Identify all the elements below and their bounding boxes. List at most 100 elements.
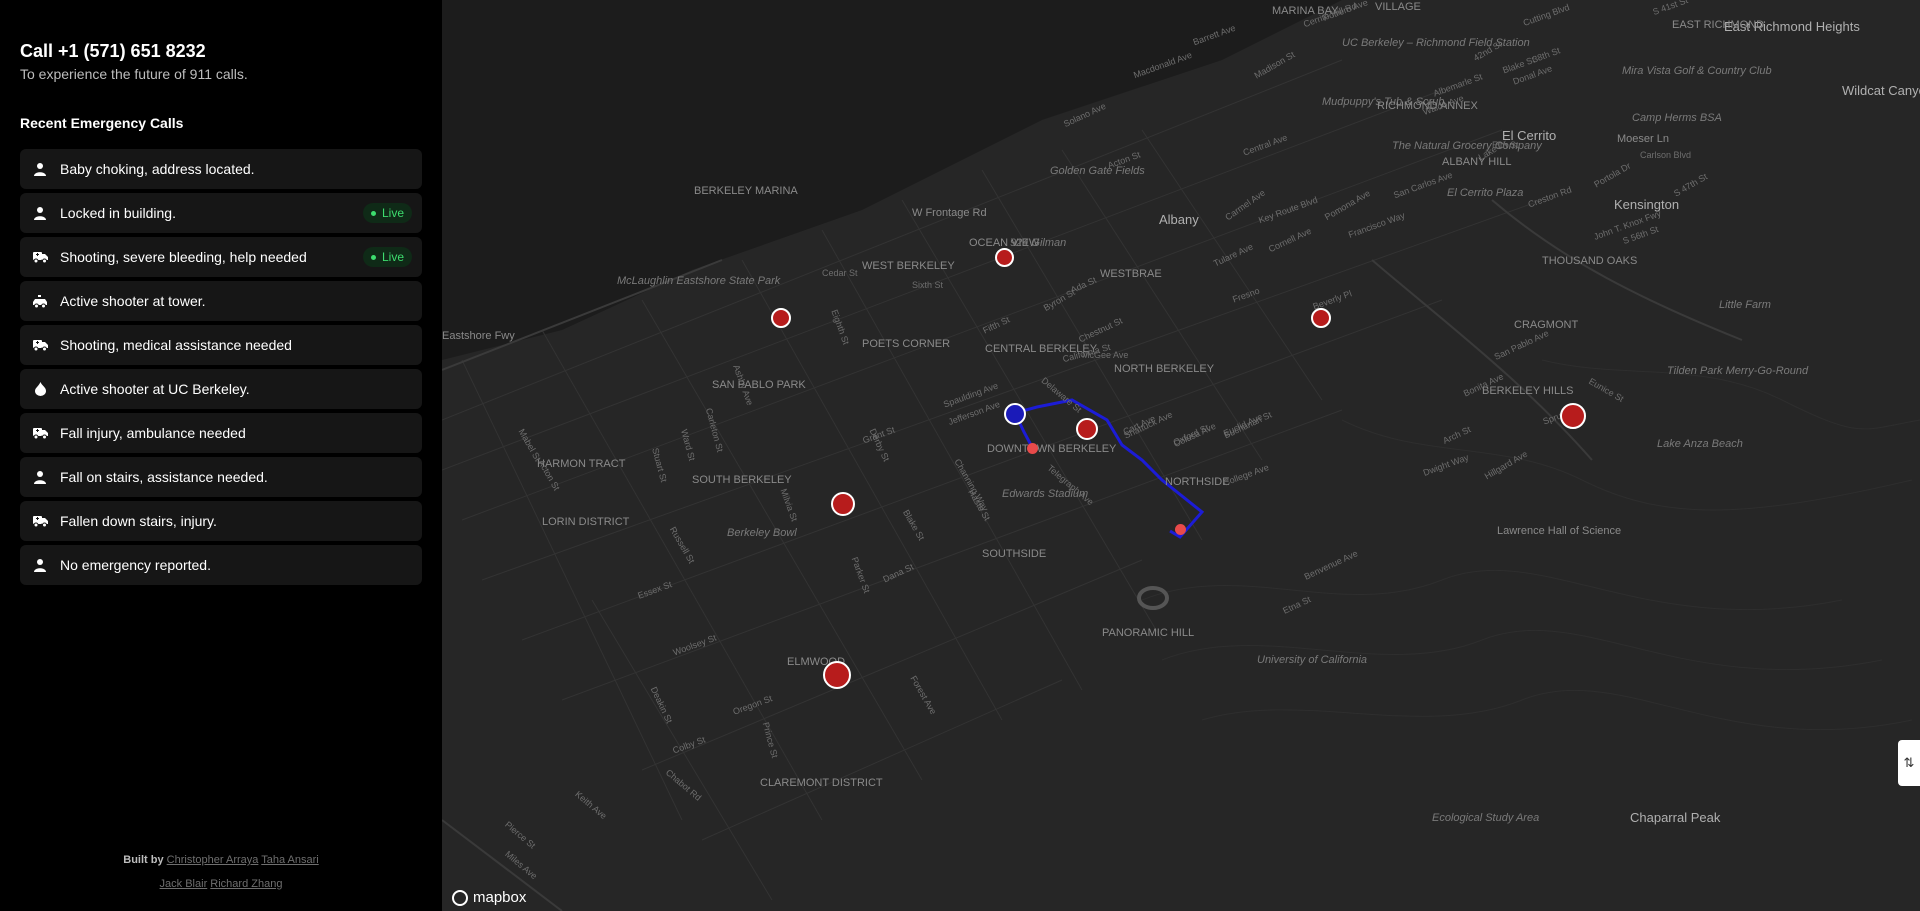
person-icon bbox=[32, 557, 48, 573]
mapbox-logo[interactable]: mapbox bbox=[452, 889, 526, 906]
street-label: McGee Ave bbox=[1082, 350, 1129, 360]
built-by-label: Built by bbox=[123, 854, 164, 866]
map-label: VILLAGE bbox=[1375, 1, 1421, 13]
call-item[interactable]: Fall on stairs, assistance needed. bbox=[20, 457, 422, 497]
call-item[interactable]: No emergency reported. bbox=[20, 545, 422, 585]
ambulance-icon bbox=[32, 425, 48, 441]
call-item[interactable]: Locked in building. Live bbox=[20, 193, 422, 233]
map-label: BERKELEY MARINA bbox=[694, 185, 798, 197]
call-text: Fallen down stairs, injury. bbox=[60, 513, 217, 529]
map-label: University of California bbox=[1257, 654, 1368, 666]
map-label: BERKELEY HILLS bbox=[1482, 385, 1574, 397]
emergency-marker[interactable] bbox=[1076, 418, 1098, 440]
call-text: Fall on stairs, assistance needed. bbox=[60, 469, 268, 485]
street-label: Sixth St bbox=[912, 280, 944, 290]
calls-list: Baby choking, address located. Locked in … bbox=[20, 149, 422, 589]
map-label: Berkeley Bowl bbox=[727, 527, 797, 539]
police-car-icon bbox=[32, 293, 48, 309]
call-item[interactable]: Active shooter at UC Berkeley. bbox=[20, 369, 422, 409]
map-label: EAST RICHMOND bbox=[1672, 19, 1765, 31]
live-badge: Live bbox=[362, 203, 412, 223]
fire-icon bbox=[32, 381, 48, 397]
compass-icon: ⇅ bbox=[1903, 755, 1915, 770]
author-link[interactable]: Taha Ansari bbox=[261, 854, 318, 866]
map-label: DOWNTOWN BERKELEY bbox=[987, 443, 1117, 455]
map-label: Chaparral Peak bbox=[1630, 810, 1721, 825]
map-label: SAN PABLO PARK bbox=[712, 379, 806, 391]
ambulance-icon bbox=[32, 513, 48, 529]
call-item[interactable]: Baby choking, address located. bbox=[20, 149, 422, 189]
map-label: WEST BERKELEY bbox=[862, 260, 955, 272]
call-item[interactable]: Active shooter at tower. bbox=[20, 281, 422, 321]
map-control-button[interactable]: ⇅ bbox=[1898, 740, 1920, 786]
call-text: Baby choking, address located. bbox=[60, 161, 255, 177]
map-label: Kensington bbox=[1614, 197, 1680, 212]
call-text: Shooting, severe bleeding, help needed bbox=[60, 249, 307, 265]
ambulance-icon bbox=[32, 337, 48, 353]
map-label: W Frontage Rd bbox=[912, 207, 987, 219]
emergency-marker[interactable] bbox=[831, 492, 855, 516]
location-dot bbox=[1027, 443, 1038, 454]
live-label: Live bbox=[381, 206, 404, 220]
page-title: Call +1 (571) 651 8232 bbox=[20, 41, 206, 61]
live-label: Live bbox=[381, 250, 404, 264]
live-dot-icon bbox=[370, 254, 376, 260]
live-dot-icon bbox=[370, 210, 376, 216]
map-label: Little Farm bbox=[1719, 299, 1771, 311]
map-label: LORIN DISTRICT bbox=[542, 516, 630, 528]
map-label: PANORAMIC HILL bbox=[1102, 627, 1195, 639]
destination-dot bbox=[1175, 524, 1186, 535]
footer: Built by Christopher Arraya Taha Ansari … bbox=[0, 848, 442, 896]
call-text: Active shooter at tower. bbox=[60, 293, 206, 309]
map-label: Lawrence Hall of Science bbox=[1497, 525, 1622, 537]
map-label: ALBANY HILL bbox=[1442, 156, 1512, 168]
call-text: Active shooter at UC Berkeley. bbox=[60, 381, 250, 397]
map-label: SOUTHSIDE bbox=[982, 548, 1047, 560]
map-label: El Cerrito Plaza bbox=[1447, 187, 1524, 199]
emergency-marker[interactable] bbox=[823, 661, 851, 689]
person-icon bbox=[32, 469, 48, 485]
map-label: CLAREMONT DISTRICT bbox=[760, 777, 883, 789]
street-label: Elm St bbox=[1492, 140, 1519, 150]
call-text: Fall injury, ambulance needed bbox=[60, 425, 246, 441]
street-label: Carlson Blvd bbox=[1640, 150, 1692, 160]
call-item[interactable]: Fallen down stairs, injury. bbox=[20, 501, 422, 541]
ambulance-icon bbox=[32, 249, 48, 265]
header: Call +1 (571) 651 8232 To experience the… bbox=[20, 40, 248, 83]
map-label: 924 Gilman bbox=[1010, 237, 1067, 249]
map-label: Albany bbox=[1159, 212, 1199, 227]
call-item[interactable]: Shooting, medical assistance needed bbox=[20, 325, 422, 365]
map-label: Lake Anza Beach bbox=[1657, 438, 1743, 450]
author-link[interactable]: Richard Zhang bbox=[210, 878, 282, 890]
map-label: NORTH BERKELEY bbox=[1114, 363, 1215, 375]
map-label: POETS CORNER bbox=[862, 338, 951, 350]
call-item[interactable]: Fall injury, ambulance needed bbox=[20, 413, 422, 453]
sidebar: Call +1 (571) 651 8232 To experience the… bbox=[0, 0, 442, 911]
map-label: Ecological Study Area bbox=[1432, 812, 1540, 824]
call-text: No emergency reported. bbox=[60, 557, 211, 573]
call-text: Locked in building. bbox=[60, 205, 176, 221]
map-label: THOUSAND OAKS bbox=[1542, 255, 1638, 267]
emergency-marker[interactable] bbox=[771, 308, 791, 328]
call-item[interactable]: Shooting, severe bleeding, help needed Li… bbox=[20, 237, 422, 277]
live-badge: Live bbox=[362, 247, 412, 267]
responder-marker[interactable] bbox=[1004, 403, 1026, 425]
emergency-marker[interactable] bbox=[995, 248, 1014, 267]
emergency-marker[interactable] bbox=[1311, 308, 1331, 328]
map-label: WESTBRAE bbox=[1100, 268, 1162, 280]
map-label: McLaughlin Eastshore State Park bbox=[617, 275, 781, 287]
mapbox-wordmark: mapbox bbox=[473, 889, 527, 906]
map-label: NORTHSIDE bbox=[1165, 476, 1230, 488]
call-text: Shooting, medical assistance needed bbox=[60, 337, 292, 353]
map-label: Eastshore Fwy bbox=[442, 330, 515, 342]
mapbox-icon bbox=[452, 889, 468, 906]
calls-heading: Recent Emergency Calls bbox=[20, 115, 184, 131]
emergency-marker[interactable] bbox=[1560, 403, 1586, 429]
person-icon bbox=[32, 205, 48, 221]
map-view[interactable]: MARINA BAY VILLAGE East Richmond Heights EA… bbox=[442, 0, 1920, 911]
street-label: Cedar St bbox=[822, 268, 858, 278]
map-label: Mira Vista Golf & Country Club bbox=[1622, 65, 1772, 77]
author-link[interactable]: Jack Blair bbox=[160, 878, 208, 890]
author-link[interactable]: Christopher Arraya bbox=[167, 854, 259, 866]
map-label: Golden Gate Fields bbox=[1050, 165, 1145, 177]
